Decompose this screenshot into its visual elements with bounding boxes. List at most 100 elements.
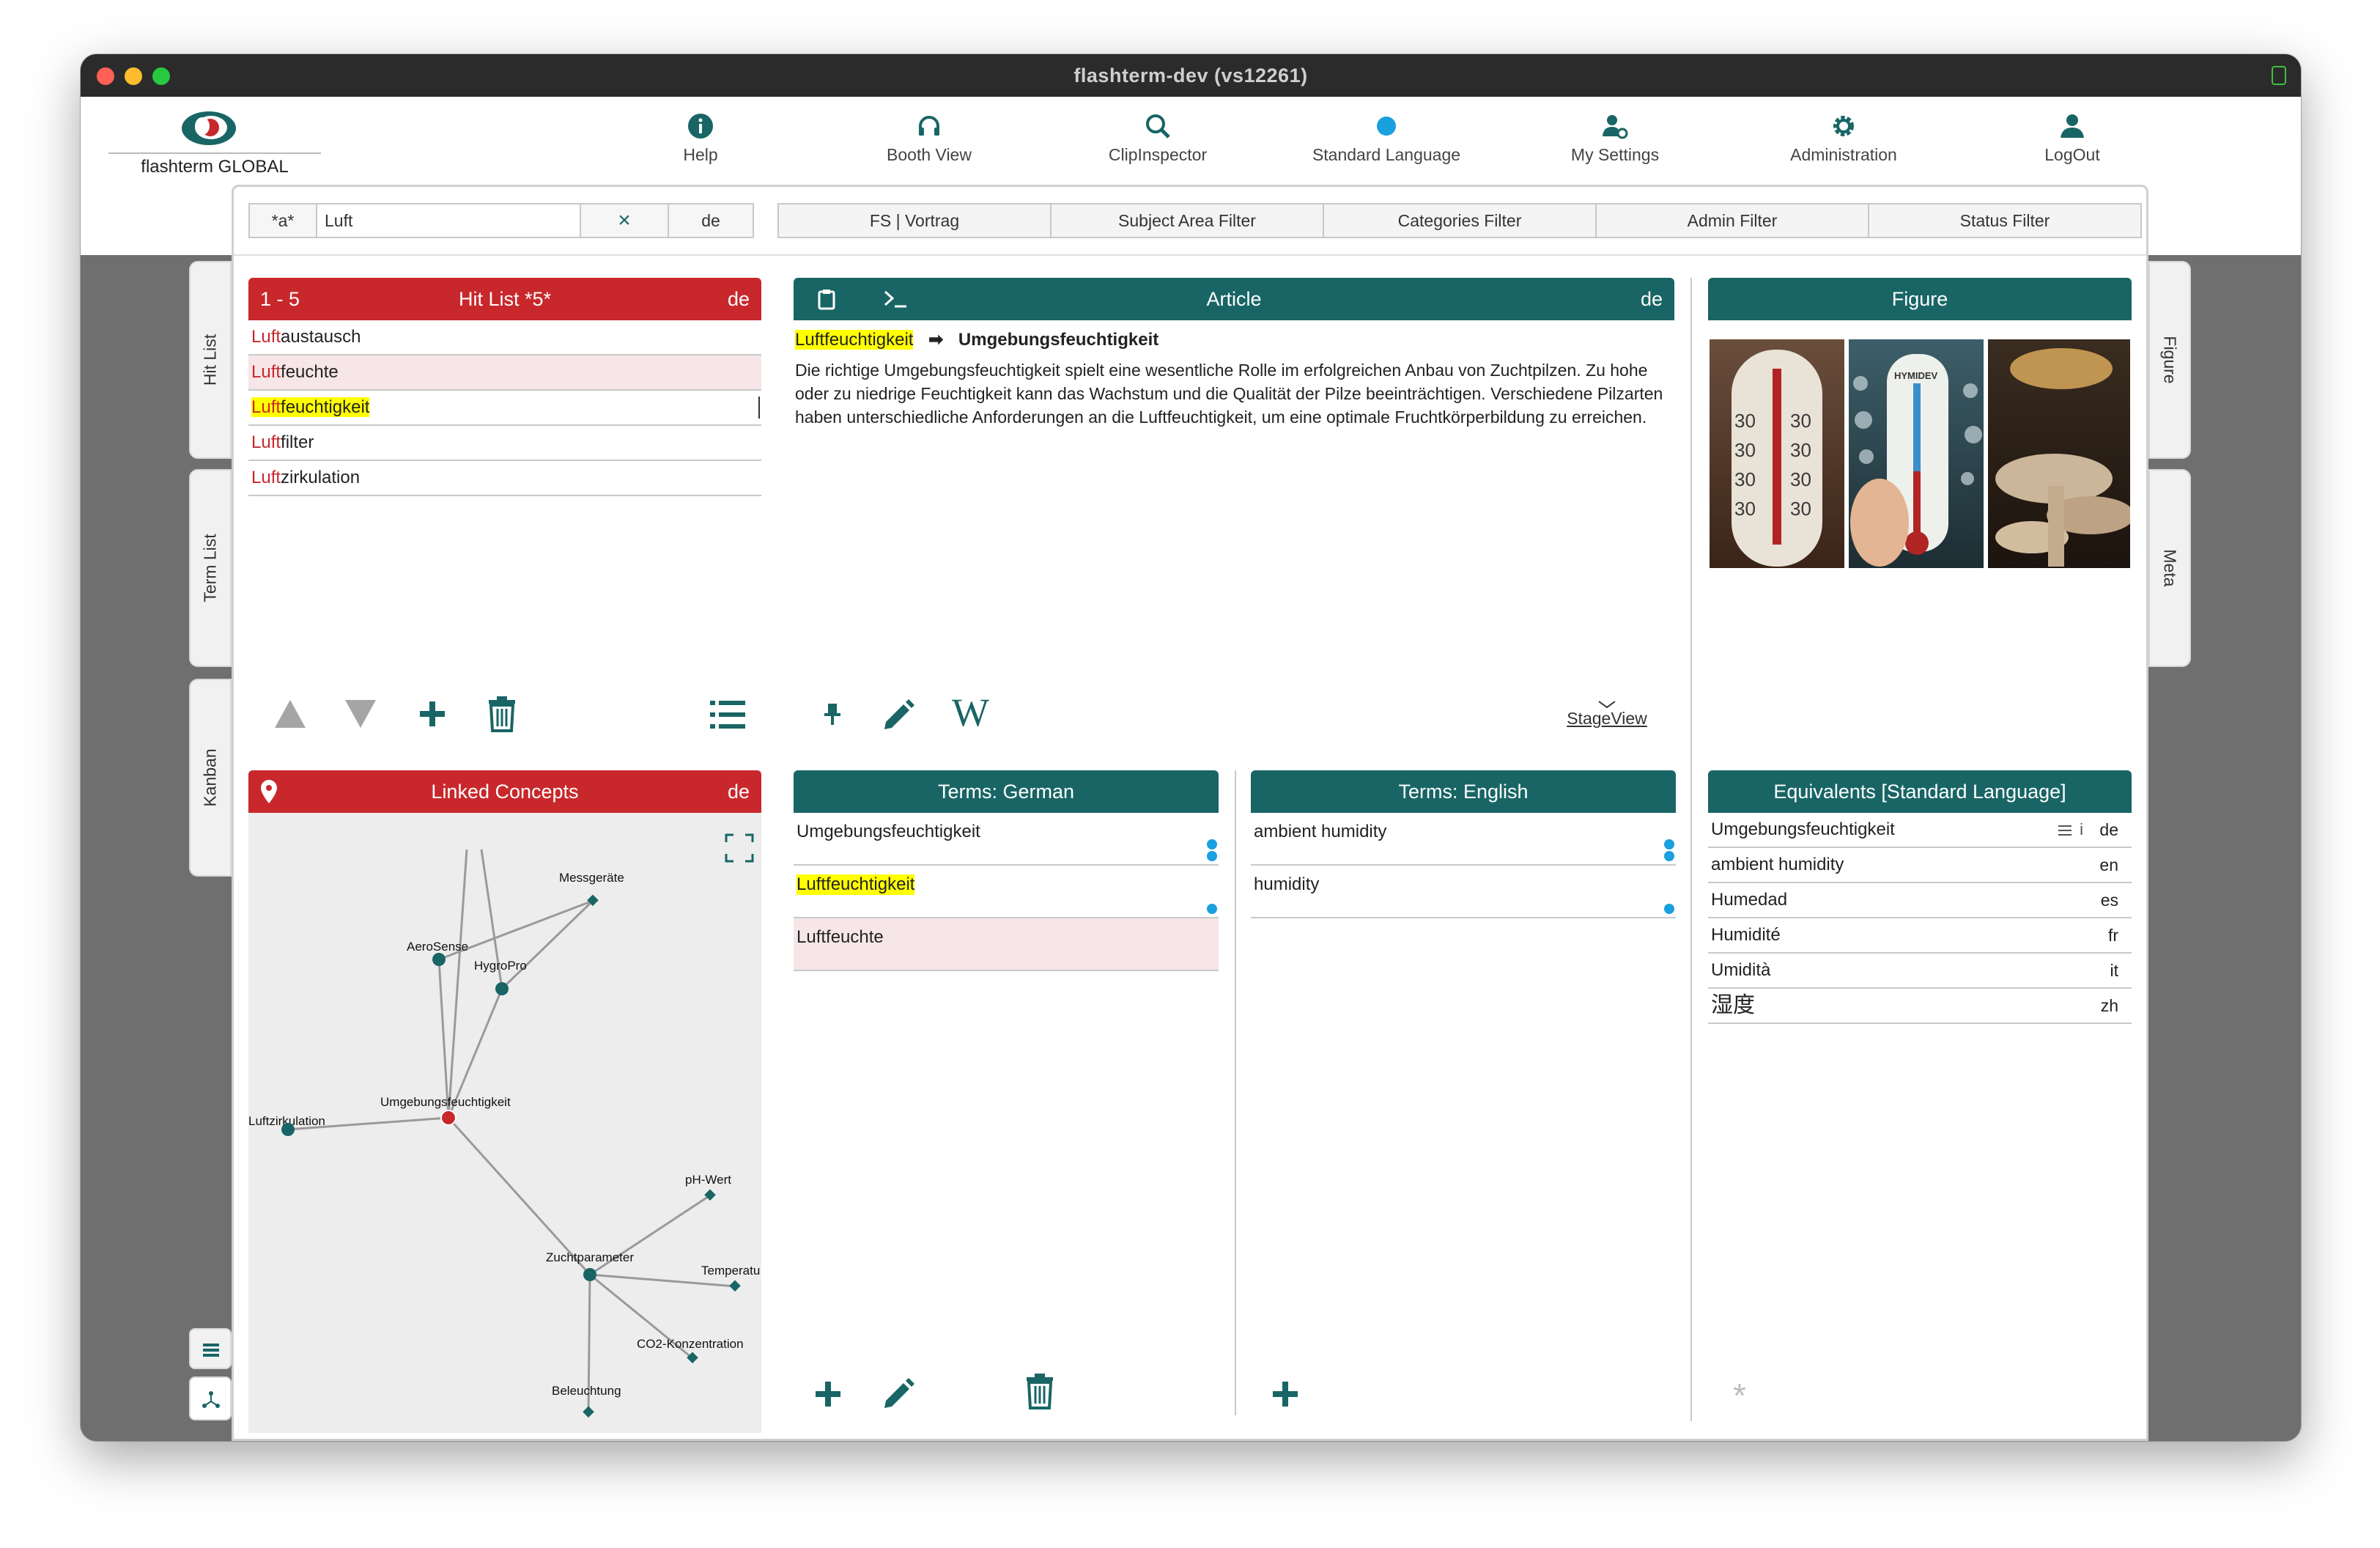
add-term-icon[interactable] <box>1270 1379 1301 1409</box>
terminal-icon[interactable] <box>883 290 908 309</box>
status-dot-icon <box>1664 851 1674 861</box>
concept-graph[interactable]: Messgeräte AeroSense HygroPro Umgebungsf… <box>248 813 761 1433</box>
equivalents-title: Equivalents [Standard Language] <box>1773 781 2066 803</box>
add-term-icon[interactable] <box>813 1379 843 1409</box>
delete-term-icon[interactable] <box>1024 1373 1056 1409</box>
window-title: flashterm-dev (vs12261) <box>1073 64 1308 86</box>
graph-node-luftzirkulation[interactable] <box>281 1123 295 1136</box>
nav-help-label: Help <box>683 145 718 164</box>
edit-pencil-icon[interactable] <box>880 696 917 732</box>
filter-admin[interactable]: Admin Filter <box>1595 203 1869 238</box>
filter-categories[interactable]: Categories Filter <box>1323 203 1597 238</box>
location-pin-icon <box>261 780 277 803</box>
hit-rest: feuchtigkeit <box>281 397 370 417</box>
graph-node-temperatur[interactable] <box>729 1280 741 1292</box>
graph-node-umgebungsfeuchtigkeit[interactable] <box>440 1110 457 1126</box>
status-dot-icon <box>1207 851 1217 861</box>
pin-icon[interactable] <box>821 701 843 726</box>
user-icon <box>2061 114 2084 138</box>
fullscreen-icon[interactable] <box>725 833 754 863</box>
side-tab-meta[interactable]: Meta <box>2148 469 2191 667</box>
minimize-window-button[interactable] <box>125 67 142 85</box>
side-tab-term-list[interactable]: Term List <box>189 469 232 667</box>
term-row[interactable]: humidity <box>1251 866 1676 918</box>
nav-my-settings[interactable]: My Settings <box>1527 111 1703 165</box>
hit-prefix: Luft <box>251 432 281 452</box>
equivalent-row[interactable]: Humedad es <box>1708 883 2132 918</box>
equivalent-row[interactable]: ambient humidity en <box>1708 848 2132 883</box>
graph-view-button[interactable] <box>189 1376 232 1420</box>
logo[interactable]: flashterm GLOBAL <box>108 106 321 186</box>
svg-text:30: 30 <box>1734 439 1756 461</box>
close-window-button[interactable] <box>97 67 114 85</box>
graph-node-zuchtparameter[interactable] <box>583 1268 596 1281</box>
logo-divider <box>108 152 321 154</box>
term-row[interactable]: Luftfeuchtigkeit <box>794 866 1219 918</box>
stageview-label: StageView <box>1567 709 1647 728</box>
filter-fs-vortrag[interactable]: FS | Vortrag <box>777 203 1052 238</box>
hit-list-item[interactable]: Luftaustausch <box>248 320 761 355</box>
filter-subject-area[interactable]: Subject Area Filter <box>1050 203 1324 238</box>
hit-list-item[interactable]: Luftfilter <box>248 426 761 461</box>
thermometer-brand: HYMIDEV <box>1894 370 1938 381</box>
trash-icon[interactable] <box>486 696 518 732</box>
graph-node-hygropro[interactable] <box>495 982 509 995</box>
term-row[interactable]: Umgebungsfeuchtigkeit <box>794 813 1219 866</box>
nav-logout[interactable]: LogOut <box>1984 111 2160 165</box>
equivalent-row[interactable]: 湿度 zh <box>1708 989 2132 1024</box>
info-i-icon[interactable]: i <box>2080 813 2083 847</box>
list-view-button[interactable] <box>189 1328 232 1369</box>
side-tab-term-list-label: Term List <box>200 534 220 602</box>
equivalent-row[interactable]: Umgebungsfeuchtigkeit i de <box>1708 813 2132 848</box>
equivalent-row[interactable]: Umidità it <box>1708 954 2132 989</box>
nav-standard-language[interactable]: Standard Language <box>1298 111 1474 165</box>
graph-node-aerosense[interactable] <box>432 953 446 966</box>
article-header: Article de <box>794 278 1674 320</box>
hit-prefix: Luft <box>251 468 281 487</box>
filter-status[interactable]: Status Filter <box>1868 203 2142 238</box>
figure-image[interactable]: 30 30 30 30 30 30 30 30 HYMIDEV <box>1710 339 2130 568</box>
side-tab-kanban[interactable]: Kanban <box>189 679 232 877</box>
article-target-term[interactable]: Umgebungsfeuchtigkeit <box>958 330 1158 350</box>
graph-label-zuchtparameter: Zuchtparameter <box>546 1250 634 1264</box>
search-icon <box>1146 114 1170 139</box>
article-title: Article <box>1206 288 1262 310</box>
search-input[interactable]: Luft <box>316 203 581 238</box>
article-source-term[interactable]: Luftfeuchtigkeit <box>795 330 914 350</box>
terms-divider <box>1235 770 1236 1415</box>
zoom-window-button[interactable] <box>152 67 170 85</box>
add-icon[interactable] <box>417 699 448 729</box>
graph-node-beleuchtung[interactable] <box>583 1406 594 1418</box>
hit-list-range: 1 - 5 <box>260 288 300 310</box>
clipboard-icon[interactable] <box>817 288 836 310</box>
wikipedia-icon[interactable]: W <box>952 690 989 735</box>
hit-list-item-active[interactable]: Luftfeuchtigkeit <box>248 391 761 426</box>
terms-english-header: Terms: English <box>1251 770 1676 813</box>
nav-help[interactable]: Help <box>613 111 788 165</box>
hit-list-item[interactable]: Luftfeuchte <box>248 355 761 391</box>
term-row[interactable]: Luftfeuchte <box>794 918 1219 971</box>
hit-prefix: Luft <box>251 327 281 347</box>
equivalent-row[interactable]: Humidité fr <box>1708 918 2132 954</box>
edit-term-icon[interactable] <box>880 1374 917 1411</box>
article-body: Die richtige Umgebungsfeuchtigkeit spiel… <box>795 361 1663 427</box>
nav-clipinspector[interactable]: ClipInspector <box>1070 111 1246 165</box>
clear-search-button[interactable]: × <box>580 203 669 238</box>
term-row[interactable]: ambient humidity <box>1251 813 1676 866</box>
article-lang: de <box>1640 288 1663 310</box>
side-tab-figure[interactable]: Figure <box>2148 261 2191 459</box>
title-bar: flashterm-dev (vs12261) <box>81 54 2301 97</box>
move-up-icon[interactable] <box>273 699 307 729</box>
asterisk-icon[interactable]: * <box>1733 1376 1746 1415</box>
stageview-link[interactable]: StageView <box>1563 700 1651 729</box>
move-down-icon[interactable] <box>344 699 377 729</box>
nav-standard-language-label: Standard Language <box>1312 145 1461 164</box>
nav-administration[interactable]: Administration <box>1756 111 1932 165</box>
side-tab-hit-list[interactable]: Hit List <box>189 261 232 459</box>
search-language-select[interactable]: de <box>668 203 754 238</box>
app-window: flashterm-dev (vs12261) flashterm GLOBAL… <box>81 54 2301 1441</box>
wildcard-button[interactable]: *a* <box>248 203 317 238</box>
list-icon[interactable] <box>709 699 747 731</box>
hit-list-item[interactable]: Luftzirkulation <box>248 461 761 496</box>
nav-booth-view[interactable]: Booth View <box>841 111 1017 165</box>
